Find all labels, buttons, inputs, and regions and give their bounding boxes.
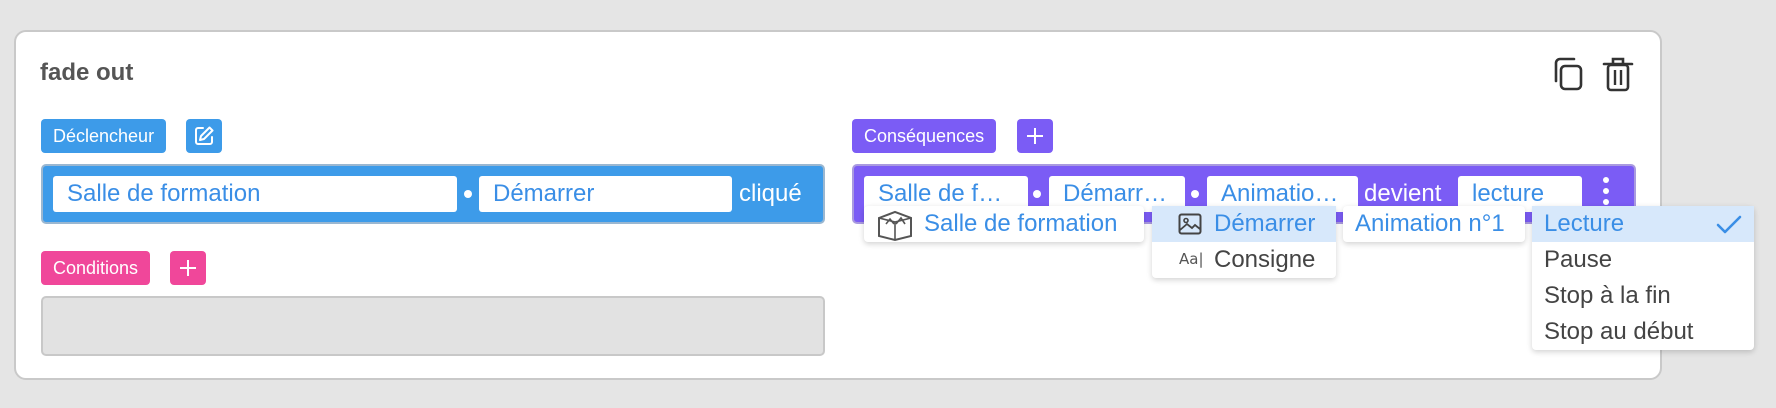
room-dropdown: Salle de formation	[864, 206, 1144, 242]
copy-icon[interactable]	[1548, 54, 1586, 94]
state-option-label: Lecture	[1544, 210, 1625, 237]
edit-icon	[195, 126, 214, 145]
text-icon: Aa|	[1179, 250, 1204, 268]
state-option-stop-debut[interactable]: Stop au début	[1532, 314, 1754, 350]
conditions-label: Conditions	[41, 251, 151, 285]
image-icon	[1178, 213, 1202, 235]
state-dropdown: Lecture Pause Stop à la fin Stop au débu…	[1532, 206, 1754, 350]
trigger-label: Déclencheur	[41, 119, 167, 153]
target-dropdown: Animation n°1	[1343, 206, 1525, 242]
trash-icon[interactable]	[1600, 54, 1636, 94]
element-option-label: Consigne	[1214, 246, 1316, 273]
rule-title: fade out	[40, 59, 134, 86]
state-option-stop-fin[interactable]: Stop à la fin	[1532, 278, 1754, 314]
plus-icon	[1027, 128, 1043, 144]
room-option-label: Salle de formation	[924, 210, 1118, 237]
check-icon	[1716, 215, 1742, 234]
trigger-event: cliqué	[739, 180, 802, 207]
room-3d-icon	[878, 210, 912, 242]
edit-trigger-button[interactable]	[186, 119, 222, 153]
state-option-lecture[interactable]: Lecture	[1532, 206, 1754, 242]
element-dropdown: Démarrer Consigne Aa|	[1152, 206, 1336, 278]
consequences-label: Conséquences	[852, 119, 997, 153]
target-option[interactable]: Animation n°1	[1343, 206, 1525, 242]
conditions-dropzone[interactable]	[41, 296, 825, 356]
separator-dot	[1033, 190, 1041, 198]
trigger-element-select[interactable]: Démarrer	[479, 176, 732, 212]
trigger-room-select[interactable]: Salle de formation	[53, 176, 457, 212]
add-consequence-button[interactable]	[1017, 119, 1053, 153]
plus-icon	[180, 260, 196, 276]
element-option-label: Démarrer	[1214, 210, 1316, 237]
add-condition-button[interactable]	[170, 251, 206, 285]
separator-dot	[1191, 190, 1199, 198]
separator-dot	[464, 190, 472, 198]
state-option-pause[interactable]: Pause	[1532, 242, 1754, 278]
